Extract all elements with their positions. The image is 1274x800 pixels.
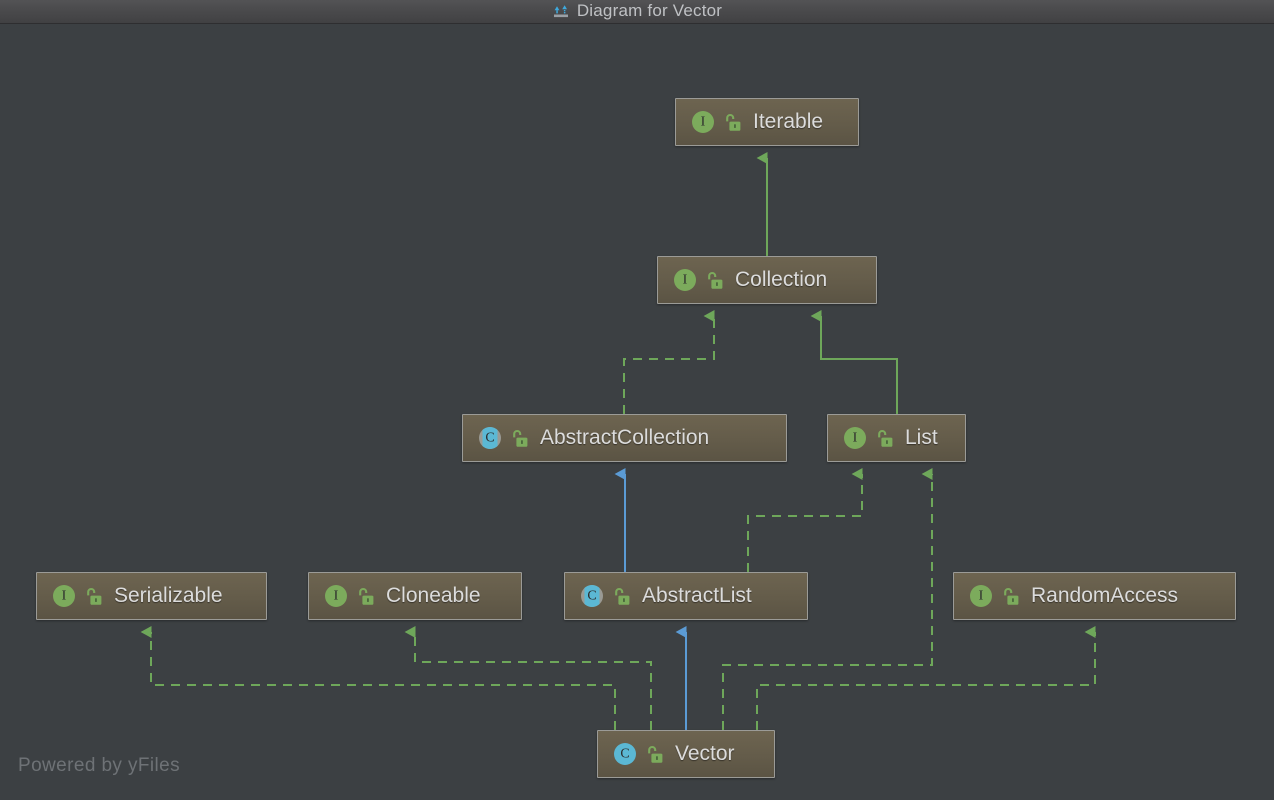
edge-abstractcollection-to-collection [623, 310, 715, 414]
diagram-canvas[interactable]: I Iterable I Collection C AbstractCollection I… [0, 24, 1274, 800]
svg-text:C: C [620, 747, 629, 762]
svg-text:I: I [334, 589, 339, 604]
class-node-label: List [905, 426, 938, 449]
class-node-label: AbstractList [642, 584, 752, 607]
class-node-label: Serializable [114, 584, 223, 607]
svg-text:I: I [701, 115, 706, 130]
edge-vector-to-serializable [140, 626, 616, 730]
titlebar-content: Diagram for Vector [552, 1, 722, 21]
unlocked-padlock-icon [646, 745, 663, 764]
yfiles-watermark: Powered by yFiles [18, 755, 181, 776]
svg-text:I: I [853, 431, 858, 446]
class-node-vector[interactable]: C Vector [597, 730, 775, 778]
diagram-window: Diagram for Vector I Iterable I Collecti… [0, 0, 1274, 800]
class-node-label: RandomAccess [1031, 584, 1179, 607]
unlocked-padlock-icon [85, 587, 102, 606]
class-node-serializable[interactable]: I Serializable [36, 572, 267, 620]
diagram-hierarchy-icon [552, 2, 570, 20]
edge-layer [140, 152, 1096, 730]
class-node-abstractcollection[interactable]: C AbstractCollection [462, 414, 787, 462]
class-node-collection[interactable]: I Collection [657, 256, 877, 304]
class-node-label: AbstractCollection [540, 426, 710, 449]
interface-marker-icon: I [690, 109, 716, 135]
unlocked-padlock-icon [724, 113, 741, 132]
svg-text:C: C [485, 431, 494, 446]
class-node-label: Iterable [753, 110, 824, 133]
unlocked-padlock-icon [357, 587, 374, 606]
edge-vector-to-cloneable [404, 626, 652, 730]
window-title: Diagram for Vector [576, 0, 723, 20]
class-node-list[interactable]: I List [827, 414, 966, 462]
svg-text:C: C [587, 589, 596, 604]
class-node-iterable[interactable]: I Iterable [675, 98, 859, 146]
class-marker-icon: C [612, 741, 638, 767]
class-node-cloneable[interactable]: I Cloneable [308, 572, 522, 620]
svg-text:I: I [979, 589, 984, 604]
interface-marker-icon: I [323, 583, 349, 609]
interface-marker-icon: I [51, 583, 77, 609]
class-node-label: Collection [735, 268, 828, 291]
class-node-randomaccess[interactable]: I RandomAccess [953, 572, 1236, 620]
unlocked-padlock-icon [1002, 587, 1019, 606]
edge-vector-to-randomaccess [756, 626, 1096, 730]
abstract-class-marker-icon: C [477, 425, 503, 451]
interface-marker-icon: I [968, 583, 994, 609]
unlocked-padlock-icon [613, 587, 630, 606]
unlocked-padlock-icon [876, 429, 893, 448]
window-titlebar: Diagram for Vector [0, 0, 1274, 24]
class-node-label: Cloneable [386, 584, 481, 607]
unlocked-padlock-icon [706, 271, 723, 290]
svg-text:I: I [62, 589, 67, 604]
edge-list-to-collection [810, 310, 898, 414]
svg-text:I: I [683, 273, 688, 288]
class-node-abstractlist[interactable]: C AbstractList [564, 572, 808, 620]
interface-marker-icon: I [672, 267, 698, 293]
class-node-label: Vector [675, 742, 735, 765]
edge-abstractlist-to-list [747, 468, 863, 572]
interface-marker-icon: I [842, 425, 868, 451]
unlocked-padlock-icon [511, 429, 528, 448]
abstract-class-marker-icon: C [579, 583, 605, 609]
